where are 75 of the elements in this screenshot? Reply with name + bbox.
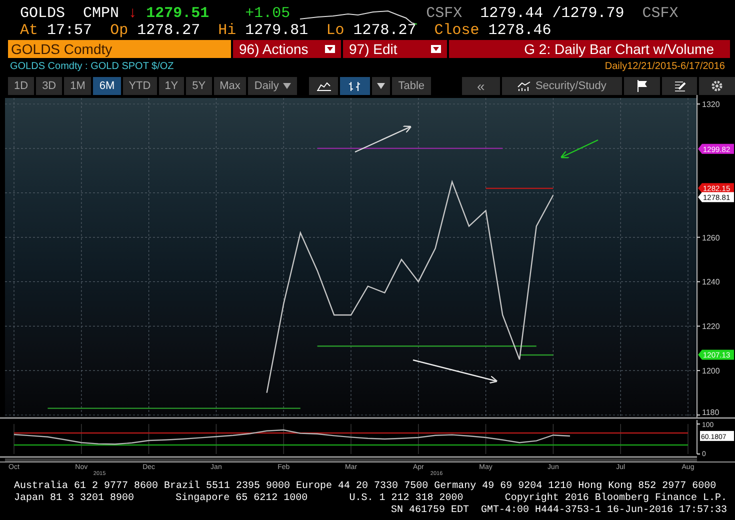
settings-icon: [711, 80, 724, 92]
edit-menu[interactable]: 97) Edit: [343, 40, 447, 58]
tick-mark: [696, 370, 700, 372]
stat-label: Hi: [218, 22, 236, 39]
security-study-button[interactable]: Security/Study: [502, 77, 622, 95]
tick-mark: [696, 236, 700, 238]
caret-icon: [282, 83, 291, 89]
range-tab[interactable]: 3D: [36, 77, 62, 95]
bid-source: CSFX: [426, 5, 462, 23]
settings-button[interactable]: [699, 77, 735, 95]
tick-mark: [696, 281, 700, 282]
axis-label: 1200: [702, 366, 720, 376]
frequency-dropdown[interactable]: Daily: [248, 77, 297, 95]
bid-price: 1279.44: [480, 5, 544, 23]
ask-source: CSFX: [642, 5, 678, 23]
ask-price: /1279.79: [552, 5, 624, 23]
trend-arrow: [354, 126, 412, 153]
range-tab[interactable]: YTD: [122, 77, 157, 95]
period-label: Daily: [604, 60, 628, 74]
footer-text: Singapore 65 6212 1000: [176, 493, 308, 505]
price-change: +1.05: [245, 5, 290, 23]
last-price: 1279.51: [146, 5, 210, 23]
axis-label: 1260: [702, 233, 720, 242]
chart-title: G 2: Daily Bar Chart w/Volume: [449, 40, 730, 58]
stat-value: 1279.81: [245, 22, 308, 39]
trend-arrow: [560, 139, 598, 158]
axis-label: 1180: [702, 408, 720, 417]
footer-text: Australia 61 2 9777 8600 Brazil 5511 2395 9000 Europe 44 20 7330 7500 Germany 49 69 9204 1210 Hong Kong 852 2977 6000: [14, 481, 716, 492]
range-tab[interactable]: 6M: [93, 77, 121, 95]
stat-value: 1278.46: [488, 22, 552, 39]
study-chart-icon: [517, 81, 532, 91]
table-button[interactable]: Table: [392, 77, 430, 95]
back-button[interactable]: «: [462, 77, 500, 95]
stat-value: 1278.27: [353, 22, 416, 39]
axis-label: 1220: [702, 322, 720, 332]
price-source: CMPN: [83, 5, 120, 23]
stat-label: Close: [434, 22, 480, 39]
ticker: GOLDS: [20, 5, 66, 23]
style-dropdown[interactable]: [372, 77, 390, 95]
caret-icon: [325, 45, 335, 53]
footer-text: Copyright 2016 Bloomberg Finance L.P.: [504, 493, 727, 505]
level-line: [520, 354, 554, 356]
tick-mark: [696, 414, 700, 416]
caret-icon: [377, 83, 386, 89]
edit-icon: [674, 80, 686, 92]
bar-chart-icon: [348, 80, 362, 92]
footer-text: U.S. 1 212 318 2000: [349, 493, 464, 505]
tick-mark: [696, 326, 700, 327]
security-field[interactable]: GOLDS Comdty: [8, 40, 231, 58]
line-chart-button[interactable]: [308, 77, 338, 95]
stat-label: Op: [110, 22, 128, 39]
flag-button[interactable]: [624, 77, 660, 95]
level-line: [486, 188, 554, 189]
footer-text: Japan 81 3 3201 8900: [14, 493, 134, 505]
range-tab[interactable]: 1Y: [158, 77, 184, 95]
stat-label: Lo: [326, 22, 344, 39]
range-tab[interactable]: 5Y: [186, 77, 212, 95]
axis-label: 1240: [702, 278, 720, 287]
line-chart-icon: [316, 81, 331, 91]
stat-value: 1278.27: [137, 22, 200, 39]
footer-text: SN 461759 EDT GMT-4:00 H444-3753-1 16-Jun-2016 17:57:33: [390, 505, 727, 517]
edit-button[interactable]: [662, 77, 698, 95]
actions-menu[interactable]: 96) Actions: [233, 40, 341, 58]
bar-chart-button[interactable]: [340, 77, 370, 95]
date-range: 12/21/2015-6/17/2016: [627, 60, 725, 74]
security-description: GOLDS Comdty : GOLD SPOT $/OZ: [10, 60, 174, 74]
flag-icon: [636, 80, 648, 92]
range-tab[interactable]: Max: [214, 77, 246, 95]
range-tab[interactable]: 1M: [64, 77, 92, 95]
stat-label: At: [20, 22, 38, 39]
stat-value: 17:57: [47, 22, 92, 39]
range-tab[interactable]: 1D: [8, 77, 34, 95]
caret-icon: [431, 45, 441, 53]
down-arrow: ↓: [128, 5, 138, 23]
axis-label: 1320: [702, 100, 720, 109]
